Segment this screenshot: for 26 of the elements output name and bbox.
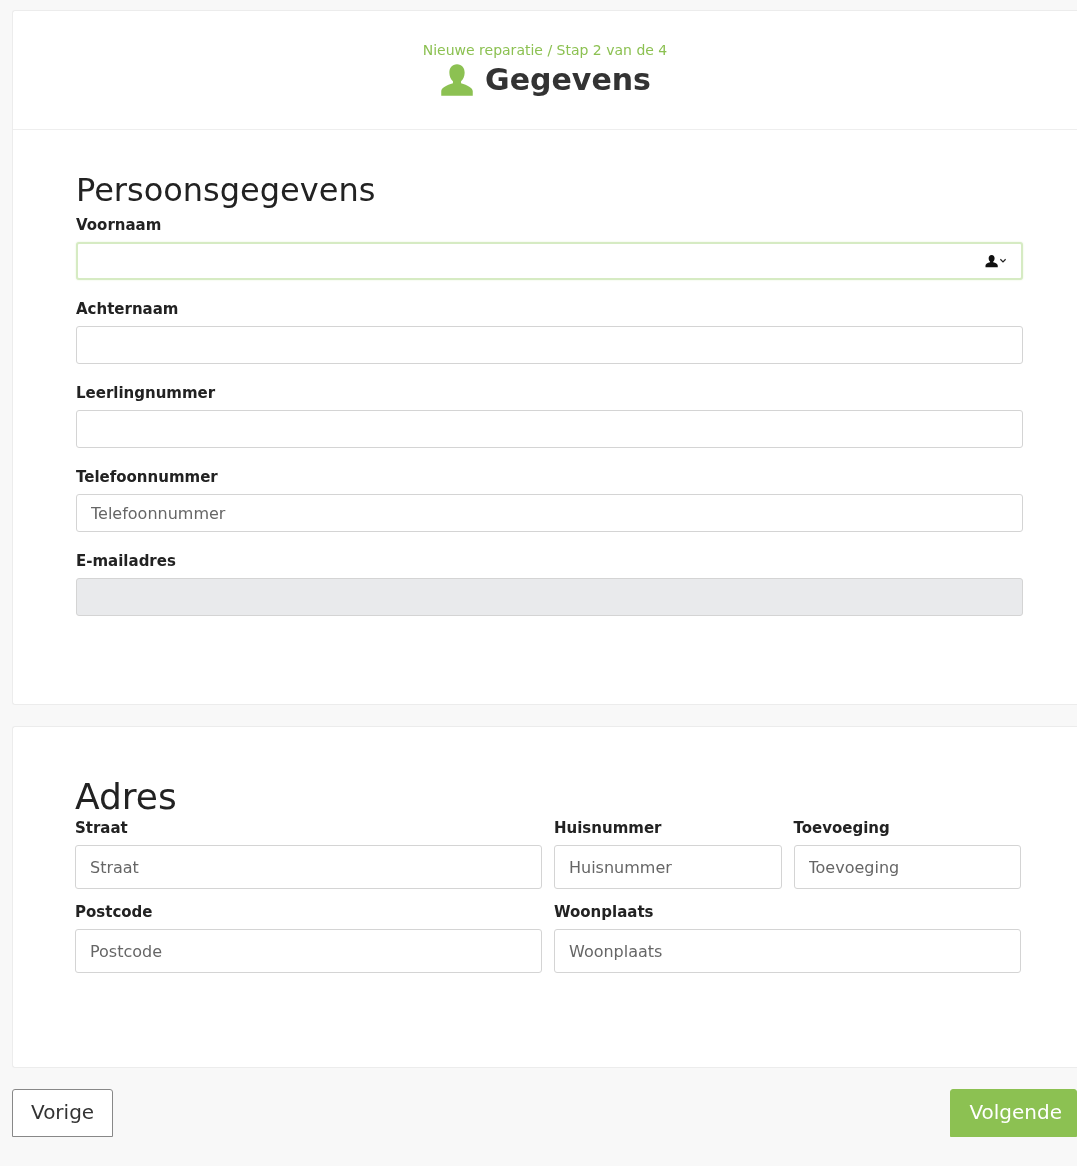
- field-label: Postcode: [75, 903, 154, 921]
- contact-picker-icon[interactable]: [983, 254, 1009, 268]
- field-label: Toevoeging: [793, 819, 891, 837]
- field-label: Voornaam: [76, 216, 163, 234]
- input-field[interactable]: Woonplaats: [554, 929, 1021, 973]
- input-field[interactable]: Postcode: [75, 929, 542, 973]
- person-icon: [439, 62, 476, 98]
- field-label: E-mailadres: [76, 552, 177, 570]
- field-label: Achternaam: [76, 300, 180, 318]
- breadcrumb: Nieuwe reparatie / Stap 2 van de 4: [421, 41, 669, 59]
- previous-button[interactable]: Vorige: [12, 1089, 114, 1137]
- input-field[interactable]: Toevoeging: [793, 845, 1021, 889]
- field-label: Woonplaats: [554, 903, 655, 921]
- field-label: Straat: [75, 819, 129, 837]
- section-title: Persoonsgegevens: [76, 170, 377, 210]
- input-field[interactable]: Huisnummer: [554, 845, 782, 889]
- input-field[interactable]: Telefoonnummer: [76, 494, 1023, 532]
- field-label: Telefoonnummer: [76, 468, 219, 486]
- input-field[interactable]: Straat: [75, 845, 542, 889]
- section-title: Adres: [75, 775, 178, 819]
- page-title: Gegevens: [485, 62, 651, 98]
- input-field[interactable]: [76, 410, 1023, 448]
- field-label: Huisnummer: [554, 819, 663, 837]
- field-label: Leerlingnummer: [76, 384, 217, 402]
- input-field[interactable]: [76, 326, 1023, 364]
- input-field[interactable]: [76, 242, 1023, 280]
